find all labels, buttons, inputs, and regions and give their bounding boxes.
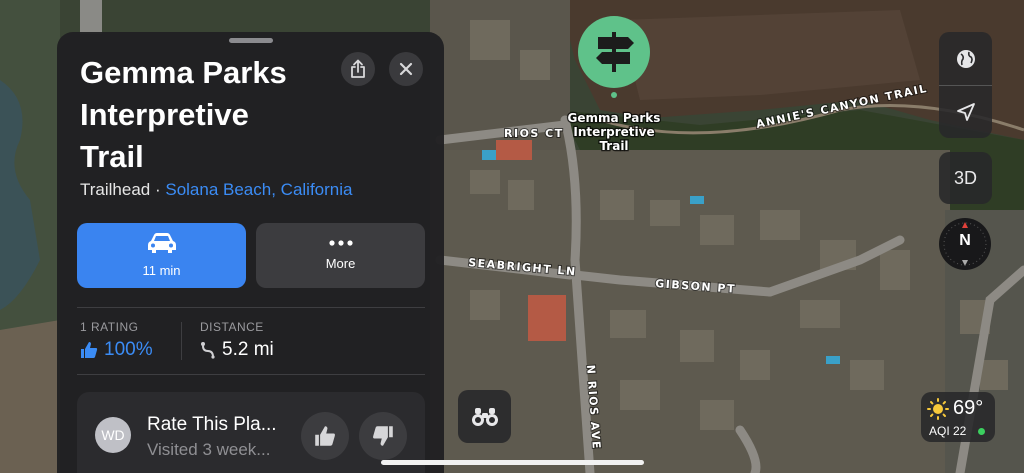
directions-button[interactable]: 11 min: [77, 223, 246, 288]
divider: [77, 307, 425, 308]
avatar: WD: [95, 417, 131, 453]
compass-north-label: N: [959, 232, 971, 249]
place-title: Gemma Parks Interpretive Trail: [80, 55, 287, 174]
place-category: Trailhead ·: [80, 180, 166, 199]
thumbs-up-button[interactable]: [301, 412, 349, 460]
sun-icon: [927, 398, 949, 420]
weather-widget[interactable]: 69° AQI 22: [921, 392, 995, 442]
compass-button[interactable]: N: [939, 218, 991, 270]
home-indicator[interactable]: [381, 460, 644, 465]
route-icon: [201, 342, 215, 359]
aqi-label: AQI 22: [929, 424, 967, 438]
temperature: 69°: [953, 397, 984, 419]
poi-label-line-2: Interpretive: [573, 125, 654, 139]
map-mode-button[interactable]: [939, 32, 992, 85]
current-location-button[interactable]: [939, 85, 992, 138]
place-location-link[interactable]: Solana Beach, California: [165, 180, 352, 199]
globe-icon: [956, 49, 975, 68]
share-button[interactable]: [341, 52, 375, 86]
rate-place-panel: WD Rate This Pla... Visited 3 week...: [77, 392, 425, 473]
more-label: More: [325, 256, 356, 271]
share-icon: [351, 59, 365, 78]
distance-label: DISTANCE: [200, 320, 264, 334]
rate-title: Rate This Pla...: [147, 414, 277, 435]
poi-label-line-3: Trail: [599, 139, 628, 153]
more-button[interactable]: More: [256, 223, 425, 288]
3d-toggle-button[interactable]: 3D: [939, 152, 992, 204]
thumbs-up-icon: [315, 426, 335, 446]
place-card: Gemma Parks Interpretive Trail Trailhead…: [57, 32, 444, 473]
divider: [77, 374, 425, 375]
poi-label-line-1: Gemma Parks: [568, 111, 661, 125]
rating-percent: 100%: [104, 339, 153, 360]
thumbs-down-button[interactable]: [359, 412, 407, 460]
aqi-status-dot: [978, 428, 985, 435]
rate-subtitle: Visited 3 week...: [147, 440, 271, 459]
stat-separator: [181, 322, 182, 360]
close-icon: [399, 62, 413, 76]
thumbs-down-icon: [373, 426, 393, 446]
road-label-rios-ct: RIOS CT: [504, 127, 564, 140]
place-subtitle: Trailhead · Solana Beach, California: [80, 180, 352, 200]
directions-time: 11 min: [142, 263, 181, 278]
distance-text: 5.2 mi: [222, 339, 274, 360]
distance-value: 5.2 mi: [200, 339, 274, 361]
car-icon: [147, 233, 176, 253]
rating-value[interactable]: 100%: [80, 339, 153, 361]
sheet-grabber[interactable]: [229, 38, 273, 43]
close-button[interactable]: [389, 52, 423, 86]
rating-label: 1 RATING: [80, 320, 139, 334]
location-arrow-icon: [956, 102, 975, 121]
map-controls-group: [939, 32, 992, 138]
ellipsis-icon: [328, 240, 353, 246]
look-around-button[interactable]: [458, 390, 511, 443]
thumbs-up-icon: [81, 342, 98, 358]
binoculars-icon: [471, 407, 498, 426]
